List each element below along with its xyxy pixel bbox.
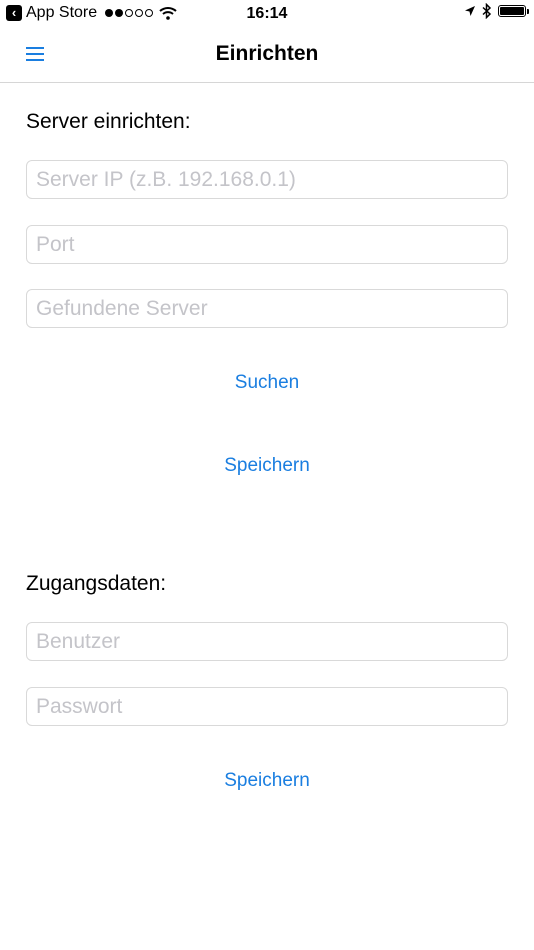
status-bar: ‹ App Store 16:14 (0, 0, 534, 28)
status-time: 16:14 (246, 5, 288, 22)
save-credentials-button[interactable]: Speichern (0, 770, 534, 792)
port-input[interactable] (26, 225, 508, 264)
navigation-bar: Einrichten (0, 28, 534, 83)
battery-fill (500, 7, 524, 15)
server-section-title: Server einrichten: (26, 110, 191, 133)
location-arrow-icon (465, 6, 475, 16)
status-right (464, 3, 529, 19)
found-servers-input[interactable] (26, 289, 508, 328)
battery-cap (527, 9, 529, 14)
bluetooth-icon (482, 3, 492, 19)
save-server-button[interactable]: Speichern (0, 455, 534, 477)
credentials-section-title: Zugangsdaten: (26, 572, 167, 595)
server-ip-input[interactable] (26, 160, 508, 199)
page-title: Einrichten (215, 42, 319, 65)
user-input[interactable] (26, 622, 508, 661)
battery-icon (498, 5, 529, 17)
password-input[interactable] (26, 687, 508, 726)
search-button[interactable]: Suchen (0, 372, 534, 394)
